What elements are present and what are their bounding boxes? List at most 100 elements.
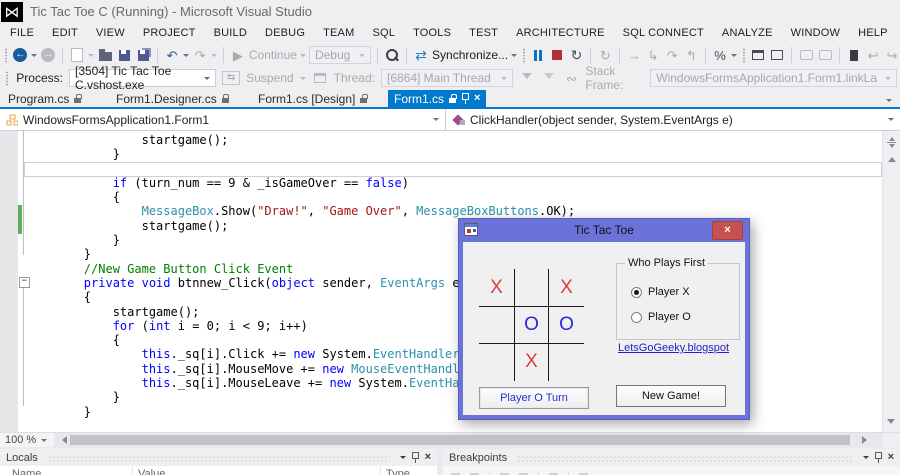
locals-close-icon[interactable]: × — [425, 452, 431, 463]
menu-file[interactable]: FILE — [1, 23, 43, 43]
uncomment-icon[interactable] — [817, 46, 833, 64]
board-cell-0-0[interactable]: X — [479, 269, 514, 306]
zoom-combo[interactable]: 100 % — [0, 433, 54, 447]
step-over-icon[interactable]: ↷ — [664, 46, 680, 64]
code-line[interactable]: { — [26, 190, 883, 204]
filter-flagged-icon[interactable] — [541, 69, 557, 87]
stop-debugging-button[interactable] — [549, 46, 565, 64]
code-area[interactable]: startgame(); } if (turn_num == 9 & _isGa… — [26, 133, 883, 419]
radio-player-o[interactable]: Player O — [631, 311, 691, 323]
menu-tools[interactable]: TOOLS — [404, 23, 460, 43]
continue-play-icon[interactable]: ▶ — [230, 46, 246, 64]
toolbar-grip[interactable] — [522, 47, 526, 63]
board-cell-2-1[interactable]: X — [514, 343, 549, 381]
tictactoe-titlebar[interactable]: Tic Tac Toe × — [459, 219, 749, 241]
tictactoe-close-button[interactable]: × — [712, 221, 743, 240]
thread-combo[interactable]: [6864] Main Thread — [380, 69, 514, 87]
code-line[interactable]: this._sq[i].MouseMove += new MouseEventH… — [26, 362, 883, 376]
menu-help[interactable]: HELP — [849, 23, 897, 43]
menu-window[interactable]: WINDOW — [782, 23, 849, 43]
code-line[interactable]: } — [26, 233, 883, 247]
suspend-caret[interactable] — [299, 76, 306, 83]
hex-display-icon[interactable]: % — [712, 46, 728, 64]
toolbar-grip[interactable] — [741, 47, 746, 63]
undo-button[interactable]: ↶ — [164, 46, 180, 64]
solution-configuration-combo[interactable]: Debug — [308, 46, 372, 64]
redo-caret[interactable] — [211, 53, 218, 60]
new-item-caret[interactable] — [88, 53, 95, 60]
turn-indicator-button[interactable]: Player O Turn — [479, 387, 589, 409]
menu-debug[interactable]: DEBUG — [256, 23, 314, 43]
comment-icon[interactable] — [798, 46, 814, 64]
immediate-window-icon[interactable] — [769, 46, 785, 64]
previous-bookmark-icon[interactable]: ↩ — [865, 46, 881, 64]
process-combo[interactable]: [3504] Tic Tac Toe C.vshost.exe — [68, 64, 217, 92]
board-cell-0-1[interactable] — [514, 269, 549, 307]
tab-list-caret[interactable] — [886, 99, 892, 105]
code-line[interactable]: this._sq[i].MouseLeave += new System.Eve… — [26, 376, 883, 390]
letsgogeeky-link[interactable]: LetsGoGeeky.blogspot — [618, 342, 729, 354]
suspend-button[interactable]: Suspend — [246, 71, 293, 85]
break-all-button[interactable] — [530, 46, 546, 64]
find-in-files-icon[interactable] — [384, 46, 400, 64]
code-line[interactable]: MessageBox.Show("Draw!", "Game Over", Me… — [26, 204, 883, 218]
redo-button[interactable]: ↷ — [192, 46, 208, 64]
suspend-icon[interactable]: ⇆ — [222, 71, 241, 85]
toggle-bookmark-icon[interactable] — [846, 46, 862, 64]
toolbar-grip[interactable] — [5, 70, 9, 86]
radio-player-x[interactable]: Player X — [631, 286, 690, 298]
code-line[interactable]: if (turn_num == 9 & _isGameOver == false… — [26, 176, 883, 190]
synchronize-caret[interactable] — [511, 53, 518, 60]
code-line[interactable]: //New Game Button Click Event — [26, 262, 883, 276]
tab-form1-cs-design-[interactable]: Form1.cs [Design] — [252, 90, 374, 107]
menu-view[interactable]: VIEW — [87, 23, 134, 43]
menu-sql-connect[interactable]: SQL CONNECT — [614, 23, 713, 43]
tab-program-cs[interactable]: Program.cs — [2, 90, 88, 107]
code-line[interactable]: private void btnnew_Click(object sender,… — [26, 276, 883, 290]
menu-edit[interactable]: EDIT — [43, 23, 87, 43]
board-cell-1-2[interactable]: O — [549, 306, 584, 344]
filter-threads-icon[interactable] — [519, 69, 535, 87]
scroll-right-arrow[interactable] — [862, 436, 871, 444]
toggle-flagged-icon[interactable]: ∾ — [563, 69, 579, 87]
code-line[interactable]: startgame(); — [26, 305, 883, 319]
code-line[interactable]: this._sq[i].Click += new System.EventHan… — [26, 347, 883, 361]
member-dropdown[interactable]: ClickHandler(object sender, System.Event… — [446, 109, 900, 130]
continue-caret[interactable] — [299, 53, 306, 60]
synchronize-button[interactable]: Synchronize... — [432, 48, 508, 62]
new-item-button[interactable] — [69, 46, 85, 64]
step-into-icon[interactable]: ↳ — [645, 46, 661, 64]
breakpoints-window-icon[interactable] — [750, 46, 766, 64]
breakpoints-close-icon[interactable]: × — [888, 452, 894, 463]
undo-caret[interactable] — [183, 53, 190, 60]
menu-analyze[interactable]: ANALYZE — [713, 23, 782, 43]
code-line[interactable]: for (int i = 0; i < 9; i++) — [26, 319, 883, 333]
editor-vertical-scrollbar[interactable] — [882, 131, 900, 432]
next-bookmark-icon[interactable]: ↪ — [884, 46, 900, 64]
open-file-button[interactable] — [97, 46, 113, 64]
menu-sql[interactable]: SQL — [363, 23, 404, 43]
breakpoints-pin-icon[interactable] — [874, 452, 882, 463]
split-window-handle[interactable] — [887, 134, 896, 151]
board-cell-1-0[interactable] — [479, 306, 514, 344]
radio-button-icon[interactable] — [631, 311, 642, 323]
step-out-icon[interactable]: ↰ — [683, 46, 699, 64]
menu-build[interactable]: BUILD — [205, 23, 256, 43]
navigate-backward-button[interactable]: ← — [12, 46, 28, 64]
stack-frame-combo[interactable]: WindowsFormsApplication1.Form1.linkLa — [650, 69, 898, 87]
step-arrow-icon[interactable]: → — [626, 46, 642, 64]
navigate-forward-button[interactable]: → — [40, 46, 56, 64]
type-dropdown[interactable]: WindowsFormsApplication1.Form1 — [0, 109, 446, 130]
breakpoints-panel-header[interactable]: Breakpoints × — [443, 449, 900, 466]
tab-form1-designer-cs[interactable]: Form1.Designer.cs — [110, 90, 236, 107]
menu-project[interactable]: PROJECT — [134, 23, 205, 43]
code-line[interactable]: } — [26, 147, 883, 161]
continue-button[interactable]: Continue — [249, 48, 297, 62]
locals-panel-header[interactable]: Locals × — [0, 449, 437, 466]
save-button[interactable] — [116, 46, 132, 64]
locals-menu-caret[interactable] — [399, 456, 406, 462]
pin-icon[interactable] — [462, 93, 470, 104]
radio-button-icon[interactable] — [631, 286, 642, 298]
code-line[interactable]: } — [26, 247, 883, 261]
toolbar-grip[interactable] — [4, 47, 8, 63]
